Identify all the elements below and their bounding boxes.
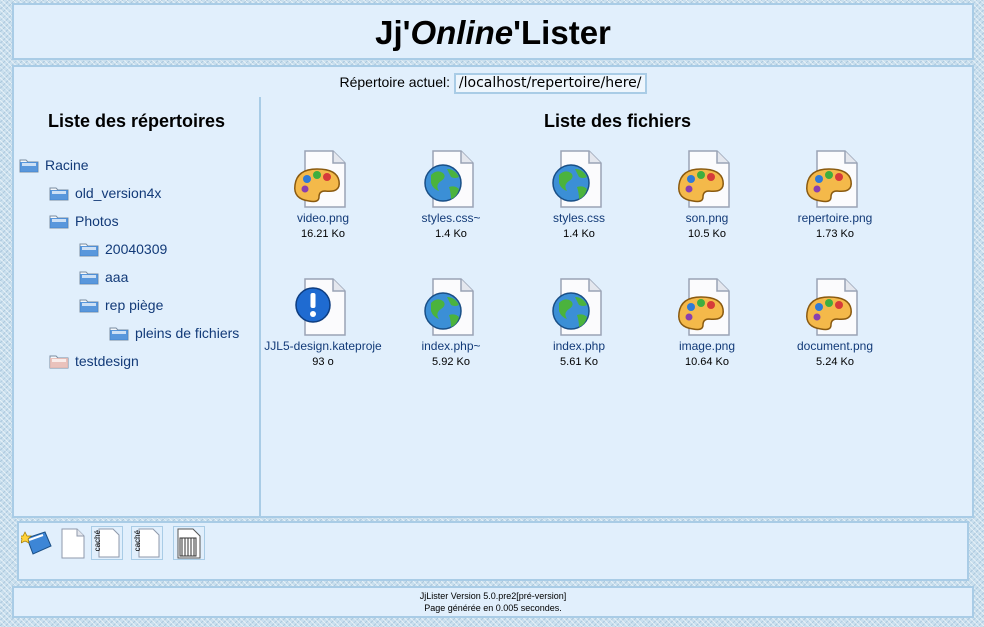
file-item[interactable]: son.png 10.5 Ko (643, 147, 771, 243)
tree-item[interactable]: 20040309 (79, 238, 167, 260)
new-file-button[interactable] (57, 526, 89, 560)
title-emphasis: Online (410, 14, 514, 51)
palette-icon (675, 275, 739, 339)
header-panel: Jj'Online'Lister (12, 3, 974, 60)
hidden-label: caché (133, 530, 142, 552)
file-size: 16.21 Ko (300, 228, 346, 240)
info-icon (291, 275, 355, 339)
file-item[interactable]: index.php 5.61 Ko (515, 275, 643, 371)
current-directory-path[interactable]: /localhost/repertoire/here/ (453, 73, 647, 94)
app-title: Jj'Online'Lister (14, 13, 972, 53)
hidden-folder-button[interactable]: caché (131, 526, 163, 560)
folder-icon (49, 213, 69, 229)
tree-item-label: aaa (105, 269, 129, 285)
file-name: repertoire.png (797, 211, 873, 225)
file-size: 1.4 Ko (435, 228, 467, 240)
file-item[interactable]: image.png 10.64 Ko (643, 275, 771, 371)
file-item[interactable]: repertoire.png 1.73 Ko (771, 147, 899, 243)
palette-icon (675, 147, 739, 211)
file-size: 5.61 Ko (560, 356, 598, 368)
file-name: index.php (552, 339, 606, 353)
file-size: 5.92 Ko (432, 356, 470, 368)
file-name: video.png (296, 211, 350, 225)
folder-icon (79, 241, 99, 257)
files-title: Liste des fichiers (543, 111, 692, 131)
file-item[interactable]: index.php~ 5.92 Ko (387, 275, 515, 371)
file-name: image.png (678, 339, 736, 353)
file-size: 10.5 Ko (688, 228, 726, 240)
file-item[interactable]: styles.css~ 1.4 Ko (387, 147, 515, 243)
archive-icon (173, 526, 205, 564)
palette-icon (291, 147, 355, 211)
globe-icon (419, 147, 483, 211)
globe-icon (547, 275, 611, 339)
file-name: document.png (796, 339, 874, 353)
tree-item[interactable]: old_version4x (49, 182, 161, 204)
archive-button[interactable] (173, 526, 205, 560)
tree-item[interactable]: rep piège (79, 294, 163, 316)
folder-icon (49, 185, 69, 201)
tree-item[interactable]: Racine (19, 154, 89, 176)
folder-icon (109, 325, 129, 341)
hidden-file-button[interactable]: caché (91, 526, 123, 560)
globe-icon (419, 275, 483, 339)
file-size: 93 o (312, 356, 334, 368)
file-size: 1.4 Ko (563, 228, 595, 240)
palette-icon (803, 147, 867, 211)
file-size: 5.24 Ko (816, 356, 854, 368)
new-folder-icon (18, 531, 53, 564)
tree-item-label: testdesign (75, 353, 139, 369)
hidden-label: caché (93, 530, 102, 552)
version-text: JjLister Version 5.0.pre2[pré-version] (419, 591, 567, 601)
tree-item-label: rep piège (105, 297, 164, 313)
footer-panel: JjLister Version 5.0.pre2[pré-version] P… (12, 586, 974, 618)
globe-icon (547, 147, 611, 211)
folder-icon (19, 157, 39, 173)
file-item[interactable]: video.png 16.21 Ko (259, 147, 387, 243)
tree-item[interactable]: Photos (49, 210, 119, 232)
file-item[interactable]: JJL5-design.kateproje 93 o (259, 275, 387, 371)
tree-item-label: Photos (75, 213, 119, 229)
file-name: JJL5-design.kateproje (264, 339, 382, 353)
tree-item-label: 20040309 (105, 241, 168, 257)
folder-icon (49, 353, 69, 369)
tree-item-label: Racine (45, 157, 89, 173)
file-size: 10.64 Ko (684, 356, 730, 368)
tree-item-label: pleins de fichiers (135, 325, 240, 341)
file-name: son.png (685, 211, 729, 225)
new-folder-button[interactable] (18, 526, 53, 560)
tree-item-label: old_version4x (75, 185, 162, 201)
file-item[interactable]: styles.css 1.4 Ko (515, 147, 643, 243)
file-name: index.php~ (421, 339, 481, 353)
tree-item[interactable]: aaa (79, 266, 128, 288)
file-name: styles.css (552, 211, 605, 225)
title-suffix: 'Lister (513, 14, 611, 51)
generation-time-text: Page générée en 0.005 secondes. (424, 603, 562, 613)
file-name: styles.css~ (421, 211, 481, 225)
current-directory: Répertoire actuel: /localhost/repertoire… (14, 73, 972, 94)
new-file-icon (57, 528, 89, 564)
palette-icon (803, 275, 867, 339)
main-panel: Répertoire actuel: /localhost/repertoire… (12, 65, 974, 518)
file-item[interactable]: document.png 5.24 Ko (771, 275, 899, 371)
current-directory-label: Répertoire actuel: (339, 74, 451, 90)
directories-title: Liste des répertoires (47, 111, 226, 131)
title-prefix: Jj' (375, 14, 411, 51)
tree-item[interactable]: testdesign (49, 350, 139, 372)
file-size: 1.73 Ko (816, 228, 854, 240)
folder-icon (79, 269, 99, 285)
action-toolbar: caché caché (17, 521, 969, 581)
folder-icon (79, 297, 99, 313)
tree-item[interactable]: pleins de fichiers (109, 322, 239, 344)
